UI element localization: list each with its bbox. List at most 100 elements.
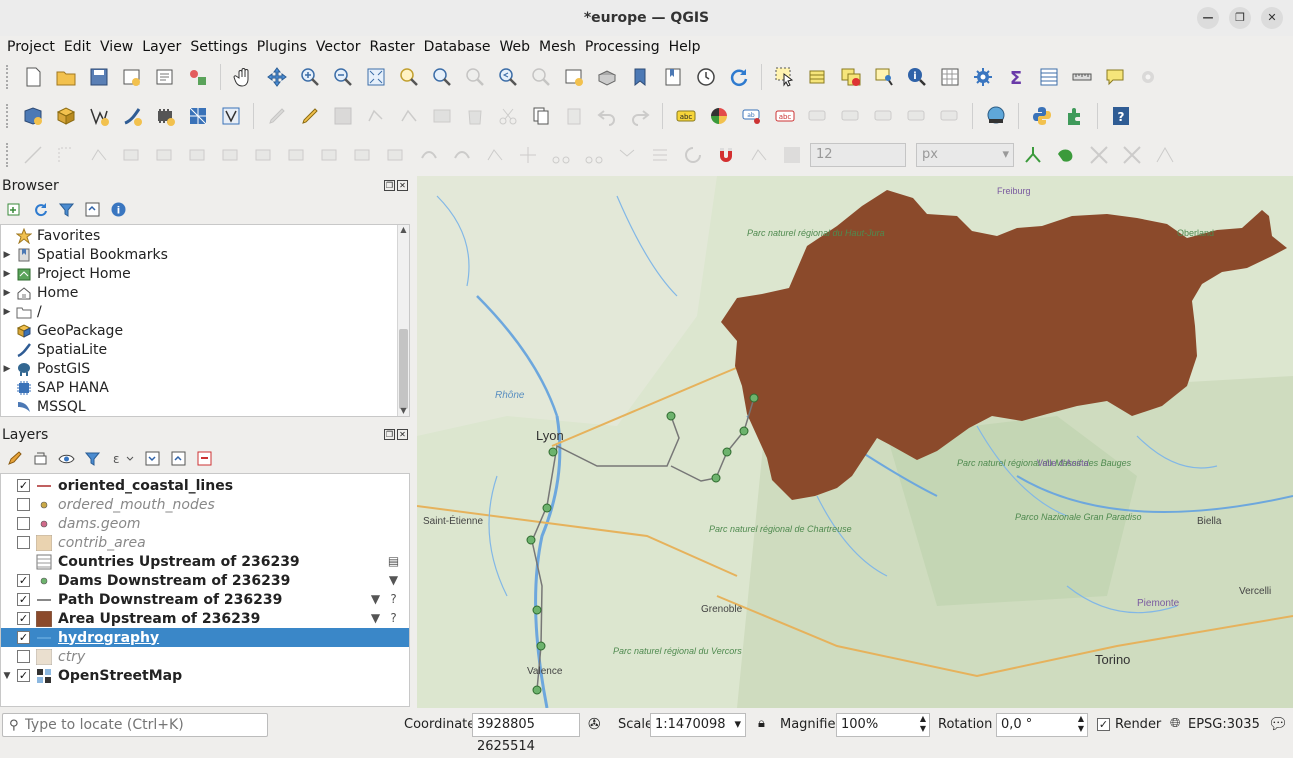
dam-point[interactable]: [536, 641, 546, 651]
menu-processing[interactable]: Processing: [582, 36, 666, 58]
new-3d-view-icon[interactable]: [592, 63, 621, 92]
settings-gear-icon[interactable]: [968, 63, 997, 92]
rotation-spinbox[interactable]: 0,0 ° ▲ ▼: [996, 713, 1088, 737]
dam-point[interactable]: [542, 503, 552, 513]
crs-button[interactable]: EPSG:3035: [1188, 717, 1260, 732]
layer-visibility-checkbox[interactable]: ✓: [17, 479, 30, 492]
move-feature-icon[interactable]: [117, 141, 146, 170]
new-shapefile-layer-icon[interactable]: [84, 102, 113, 131]
dam-point[interactable]: [526, 535, 536, 545]
info-icon[interactable]: i: [108, 199, 128, 219]
menu-database[interactable]: Database: [421, 36, 497, 58]
quickosm-icon[interactable]: [981, 102, 1010, 131]
lock-scale-icon[interactable]: 🔒︎: [758, 716, 765, 731]
python-console-icon[interactable]: [1027, 102, 1056, 131]
manage-map-themes-icon[interactable]: [56, 448, 76, 468]
dam-point[interactable]: [666, 411, 676, 421]
pan-map-icon[interactable]: [229, 63, 258, 92]
select-features-icon[interactable]: [770, 63, 799, 92]
scale-select[interactable]: 1:1470098 ▾: [650, 713, 746, 737]
vertex-tool-icon[interactable]: [394, 102, 423, 131]
simplify-feature-icon[interactable]: [216, 141, 245, 170]
refresh-icon[interactable]: [30, 199, 50, 219]
copy-features-icon[interactable]: [526, 102, 555, 131]
zoom-next-icon[interactable]: [526, 63, 555, 92]
new-bookmark-icon[interactable]: [625, 63, 654, 92]
copy-move-feature-icon[interactable]: [150, 141, 179, 170]
paste-features-icon[interactable]: [559, 102, 588, 131]
zoom-out-icon[interactable]: [328, 63, 357, 92]
layer-visibility-checkbox[interactable]: ✓: [17, 593, 30, 606]
label-toolbar-icon[interactable]: abc: [671, 102, 700, 131]
table-indicator-icon[interactable]: ▤: [386, 554, 401, 569]
topological-editing-icon[interactable]: [1018, 141, 1047, 170]
reverse-line-icon[interactable]: [480, 141, 509, 170]
filter-indicator-icon[interactable]: ▼: [368, 611, 383, 626]
layer-item-dams-geom[interactable]: dams.geom: [1, 514, 409, 533]
menu-help[interactable]: Help: [666, 36, 707, 58]
layer-item-area-upstream-of-236239[interactable]: ✓ Area Upstream of 236239 ▼?: [1, 609, 409, 628]
browser-scrollbar[interactable]: ▲ ▼: [397, 225, 409, 416]
menu-settings[interactable]: Settings: [187, 36, 253, 58]
digitize-shape-icon[interactable]: [84, 141, 113, 170]
highlight-labels-icon[interactable]: ab: [737, 102, 766, 131]
layer-item-openstreetmap[interactable]: ▼ ✓ OpenStreetMap: [1, 666, 409, 685]
filter-indicator-icon[interactable]: ▼: [386, 573, 401, 588]
pin-label-icon[interactable]: [803, 102, 832, 131]
layer-item-countries-upstream-of-236239[interactable]: Countries Upstream of 236239 ▤: [1, 552, 409, 571]
browser-item-mssql[interactable]: MSSQL: [1, 397, 409, 416]
remove-layer-icon[interactable]: [194, 448, 214, 468]
dam-point[interactable]: [532, 685, 542, 695]
collapse-all-icon[interactable]: [168, 448, 188, 468]
split-parts-icon[interactable]: [579, 141, 608, 170]
new-spatialite-layer-icon[interactable]: [117, 102, 146, 131]
filter-icon[interactable]: [56, 199, 76, 219]
coordinate-field[interactable]: 3928805 2625514: [472, 713, 580, 754]
layer-item-ctry[interactable]: ctry: [1, 647, 409, 666]
layer-visibility-checkbox[interactable]: [17, 650, 30, 663]
expand-arrow-icon[interactable]: ▶: [1, 269, 13, 279]
browser-item-root[interactable]: ▶ /: [1, 302, 409, 321]
save-project-icon[interactable]: [84, 63, 113, 92]
layer-item-hydrography[interactable]: ✓ hydrography: [1, 628, 409, 647]
new-print-layout-icon[interactable]: [117, 63, 146, 92]
expand-all-icon[interactable]: [142, 448, 162, 468]
locator-search-box[interactable]: ⚲: [2, 713, 268, 737]
expand-arrow-icon[interactable]: ▶: [1, 364, 13, 374]
temporal-controller-icon[interactable]: [691, 63, 720, 92]
show-hide-label-icon[interactable]: [836, 102, 865, 131]
snapping-mode-icon[interactable]: [744, 141, 773, 170]
diagram-options-icon[interactable]: [704, 102, 733, 131]
messages-icon[interactable]: 💬︎: [1268, 714, 1288, 733]
measure-line-icon[interactable]: [1067, 63, 1096, 92]
add-feature-icon[interactable]: [361, 102, 390, 131]
zoom-to-selection-icon[interactable]: [394, 63, 423, 92]
zoom-in-icon[interactable]: [295, 63, 324, 92]
trim-extend-icon[interactable]: [513, 141, 542, 170]
browser-item-postgis[interactable]: ▶ PostGIS: [1, 359, 409, 378]
expand-arrow-icon[interactable]: ▶: [1, 307, 13, 317]
layer-visibility-checkbox[interactable]: ✓: [17, 612, 30, 625]
reshape-features-icon[interactable]: [414, 141, 443, 170]
layout-manager-icon[interactable]: [150, 63, 179, 92]
toolbar-grip[interactable]: [6, 65, 10, 89]
layer-visibility-checkbox[interactable]: ✓: [17, 631, 30, 644]
layer-visibility-checkbox[interactable]: [17, 498, 30, 511]
layer-visibility-checkbox[interactable]: [17, 517, 30, 530]
open-project-icon[interactable]: [51, 63, 80, 92]
expand-arrow-icon[interactable]: ▶: [1, 250, 13, 260]
menu-layer[interactable]: Layer: [139, 36, 187, 58]
browser-item-spatialite[interactable]: SpatiaLite: [1, 340, 409, 359]
new-map-view-icon[interactable]: [559, 63, 588, 92]
render-checkbox[interactable]: ✓: [1097, 718, 1110, 731]
undo-icon[interactable]: [592, 102, 621, 131]
delete-ring-icon[interactable]: [348, 141, 377, 170]
deselect-all-icon[interactable]: [836, 63, 865, 92]
add-group-icon[interactable]: [30, 448, 50, 468]
menu-raster[interactable]: Raster: [367, 36, 421, 58]
collapse-all-icon[interactable]: [82, 199, 102, 219]
add-part-icon[interactable]: [282, 141, 311, 170]
snapping-tolerance-field[interactable]: 12: [810, 143, 906, 167]
unknown-crs-icon[interactable]: ?: [386, 592, 401, 607]
zoom-native-icon[interactable]: [460, 63, 489, 92]
